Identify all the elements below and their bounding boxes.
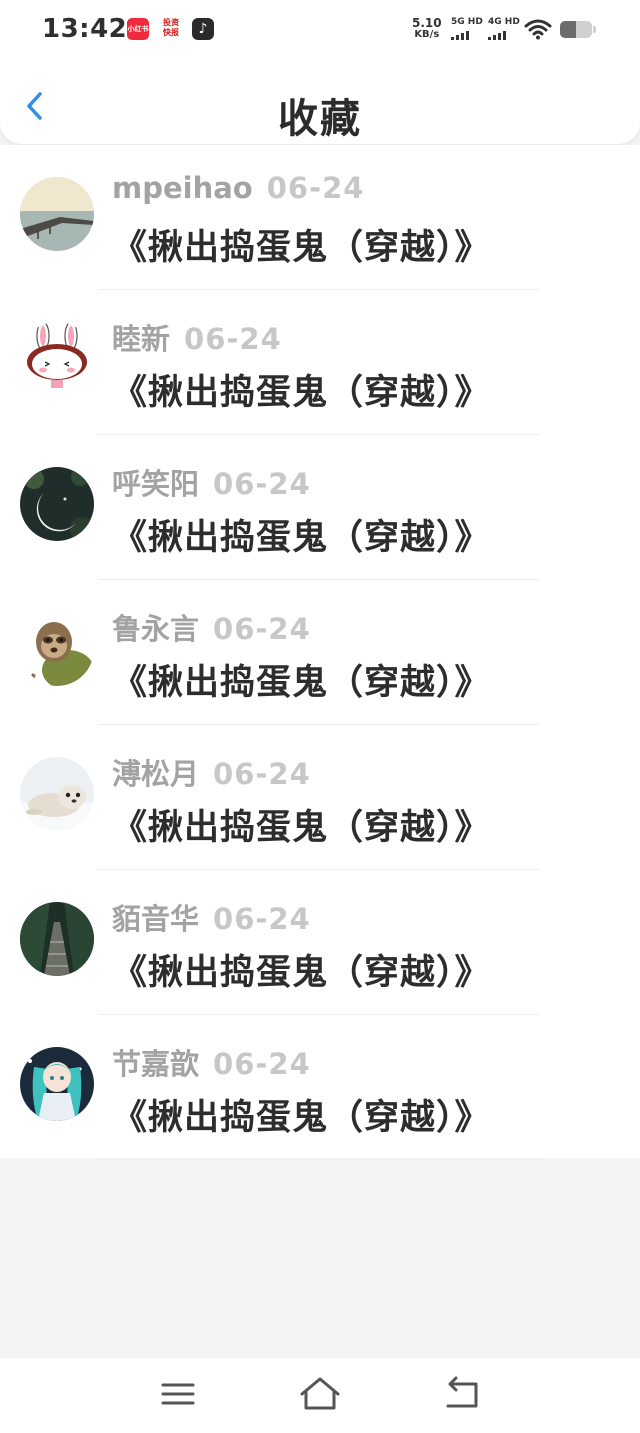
user-name: 节嘉歆 [112,1047,200,1081]
signal-5g-label: 5G HD [451,17,483,27]
battery-level [560,21,576,38]
item-date: 06-24 [213,612,311,646]
list-item[interactable]: 呼笑阳 06-24 《揪出捣蛋鬼（穿越）》 [0,435,640,580]
item-meta: 貊音华 06-24 [112,896,311,938]
item-title[interactable]: 《揪出捣蛋鬼（穿越）》 [112,799,491,850]
wifi-icon [524,19,552,40]
item-title[interactable]: 《揪出捣蛋鬼（穿越）》 [112,654,491,705]
list-item[interactable]: 鲁永言 06-24 《揪出捣蛋鬼（穿越）》 [0,580,640,725]
item-title[interactable]: 《揪出捣蛋鬼（穿越）》 [112,1089,491,1140]
forest-bridge-avatar[interactable] [20,902,94,976]
item-title[interactable]: 《揪出捣蛋鬼（穿越）》 [112,509,491,560]
item-meta: 溥松月 06-24 [112,751,311,793]
signal-4g-icon: 4G HD [488,17,520,40]
battery-icon [560,21,592,38]
signal-5g-icon: 5G HD [451,17,483,40]
menu-icon[interactable] [160,1374,196,1414]
user-name: mpeihao [112,171,253,205]
item-meta: 鲁永言 06-24 [112,606,311,648]
status-bar: 13:42 小红书 投资 快报 ♪ 5.10 KB/s 5G HD 4G HD [0,0,640,58]
user-name: 貊音华 [112,902,200,936]
item-date: 06-24 [184,322,282,356]
sloth-avatar[interactable] [20,612,94,686]
rabbit-avatar[interactable] [20,322,94,396]
anime-girl-avatar[interactable] [20,1047,94,1121]
item-meta: mpeihao 06-24 [112,171,364,205]
item-title[interactable]: 《揪出捣蛋鬼（穿越）》 [112,219,491,270]
battery-tip [593,26,596,33]
list-item[interactable]: 睦新 06-24 《揪出捣蛋鬼（穿越）》 [0,290,640,435]
user-name: 鲁永言 [112,612,200,646]
pier-sea-avatar[interactable] [20,177,94,251]
item-title[interactable]: 《揪出捣蛋鬼（穿越）》 [112,364,491,415]
user-name: 睦新 [112,322,171,356]
news-icon: 投资 快报 [160,18,182,40]
item-meta: 睦新 06-24 [112,316,282,358]
item-meta: 呼笑阳 06-24 [112,461,311,503]
user-name: 溥松月 [112,757,200,791]
item-meta: 节嘉歆 06-24 [112,1041,311,1083]
item-title[interactable]: 《揪出捣蛋鬼（穿越）》 [112,944,491,995]
status-time: 13:42 [42,14,128,44]
list-item[interactable]: 溥松月 06-24 《揪出捣蛋鬼（穿越）》 [0,725,640,870]
signal-4g-label: 4G HD [488,17,520,27]
network-speed-value: 5.10 [412,16,442,30]
favorites-list: mpeihao 06-24 《揪出捣蛋鬼（穿越）》 睦新 06-24 《揪出捣蛋… [0,145,640,1160]
item-date: 06-24 [213,757,311,791]
list-item[interactable]: mpeihao 06-24 《揪出捣蛋鬼（穿越）》 [0,145,640,290]
user-name: 呼笑阳 [112,467,200,501]
home-icon[interactable] [298,1374,342,1414]
item-date: 06-24 [213,1047,311,1081]
network-speed-unit: KB/s [414,29,440,40]
back-icon[interactable] [442,1374,482,1414]
item-date: 06-24 [213,902,311,936]
item-date: 06-24 [213,467,311,501]
list-item[interactable]: 貊音华 06-24 《揪出捣蛋鬼（穿越）》 [0,870,640,1015]
header: 收藏 [0,58,640,144]
page-title: 收藏 [278,96,362,142]
list-item[interactable]: 节嘉歆 06-24 《揪出捣蛋鬼（穿越）》 [0,1015,640,1160]
seal-avatar[interactable] [20,757,94,831]
moon-avatar[interactable] [20,467,94,541]
network-speed: 5.10 KB/s [412,17,442,41]
xiaohongshu-icon: 小红书 [127,18,149,40]
system-nav-bar [0,1358,640,1433]
item-date: 06-24 [266,171,365,205]
divider [98,1159,540,1160]
tiktok-icon: ♪ [192,18,214,40]
